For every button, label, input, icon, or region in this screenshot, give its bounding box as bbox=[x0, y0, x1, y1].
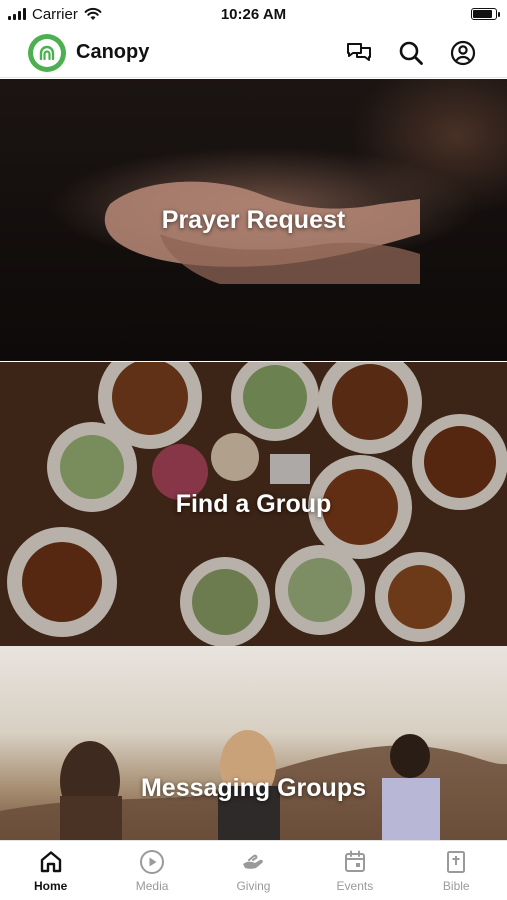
canopy-logo-icon bbox=[39, 45, 55, 60]
tab-label: Giving bbox=[236, 879, 271, 893]
giving-hand-icon bbox=[243, 854, 264, 869]
account-icon bbox=[450, 40, 476, 65]
wifi-icon bbox=[84, 7, 102, 20]
search-icon bbox=[399, 41, 423, 65]
account-button[interactable] bbox=[449, 39, 477, 67]
search-button[interactable] bbox=[397, 39, 425, 67]
battery-icon bbox=[471, 8, 500, 20]
card-title: Find a Group bbox=[175, 489, 332, 518]
card-title: Prayer Request bbox=[161, 205, 346, 234]
tab-label: Media bbox=[135, 879, 169, 893]
prayer-request-card[interactable]: Prayer Request bbox=[0, 79, 507, 361]
tab-home[interactable]: Home bbox=[11, 849, 91, 893]
status-bar: Carrier 10:26 AM bbox=[0, 0, 507, 28]
tab-label: Events bbox=[336, 879, 374, 893]
signal-icon bbox=[8, 8, 26, 20]
tab-label: Bible bbox=[442, 879, 470, 893]
tab-giving[interactable]: Giving bbox=[213, 849, 293, 893]
tab-bible[interactable]: Bible bbox=[416, 849, 496, 893]
app-header: Canopy bbox=[0, 28, 507, 78]
calendar-icon bbox=[344, 850, 365, 872]
tab-label: Home bbox=[34, 879, 68, 893]
tab-events[interactable]: Events bbox=[315, 849, 395, 893]
app-title: Canopy bbox=[76, 41, 150, 63]
messaging-groups-card[interactable]: Messaging Groups bbox=[0, 646, 507, 840]
find-a-group-card[interactable]: Find a Group bbox=[0, 362, 507, 646]
chat-icon bbox=[347, 42, 371, 61]
tab-bar: Home Media Giving Events Bible bbox=[0, 840, 507, 900]
card-title: Messaging Groups bbox=[140, 773, 367, 802]
bible-icon bbox=[447, 851, 466, 873]
tab-media[interactable]: Media bbox=[112, 849, 192, 893]
messages-button[interactable] bbox=[345, 39, 373, 67]
play-icon bbox=[140, 850, 165, 874]
home-icon bbox=[40, 851, 61, 873]
carrier-info: Carrier bbox=[0, 6, 102, 23]
carrier-label: Carrier bbox=[32, 5, 78, 23]
canopy-logo[interactable] bbox=[28, 33, 66, 72]
friends-sunset-image bbox=[0, 730, 507, 840]
header-actions bbox=[345, 39, 477, 67]
